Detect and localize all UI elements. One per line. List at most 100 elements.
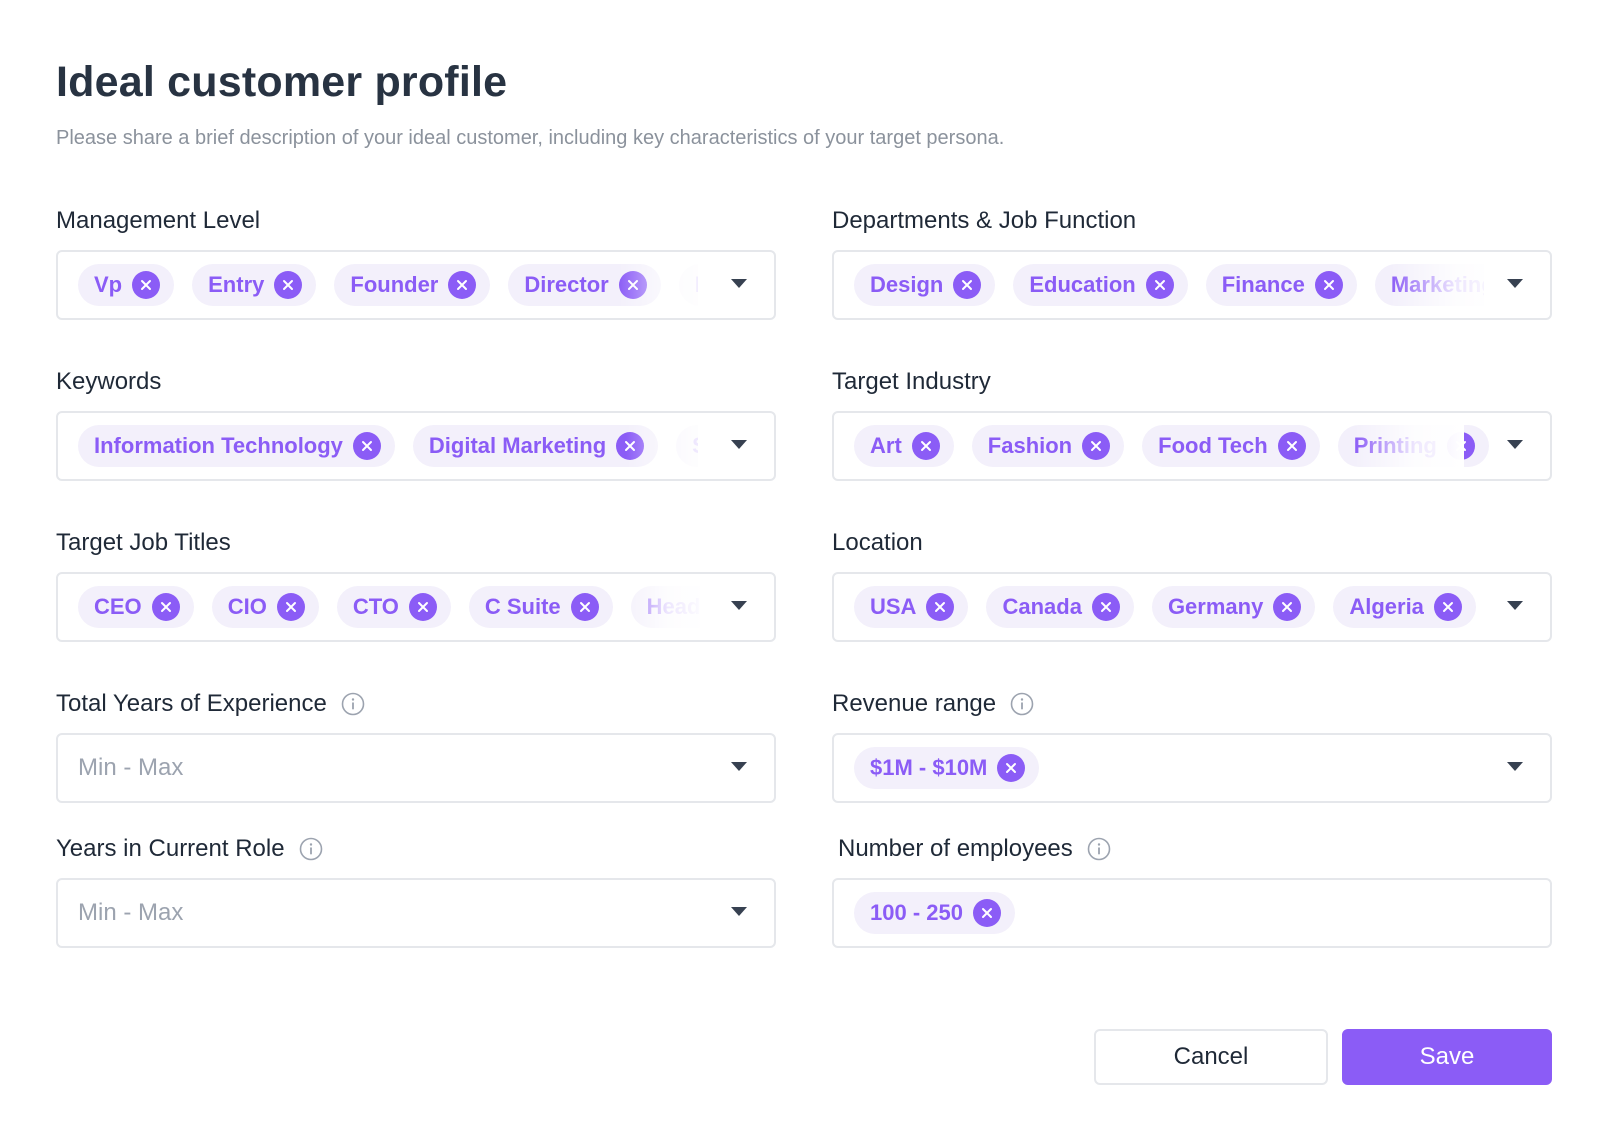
info-icon[interactable] [299,837,323,861]
departments-select[interactable]: Design Education Finance Marketing [832,250,1552,320]
chip-label: Information Technology [94,433,343,458]
keywords-select[interactable]: Information Technology Digital Marketing S… [56,411,776,481]
x-circle-icon[interactable] [448,271,477,299]
chip: Information Technology [78,425,395,467]
x-circle-icon[interactable] [997,754,1026,782]
chip-label: Algeria [1349,594,1424,619]
chip-label: Printing [1353,433,1437,458]
x-circle-icon[interactable] [1446,432,1475,460]
chip-label: Marketing [1390,272,1484,297]
chip: Head [630,586,700,628]
chip-label: USA [870,594,917,619]
chip-label: 100 - 250 [870,900,963,925]
years-current-role-select[interactable]: Min - Max [56,878,776,948]
chevron-down-icon[interactable] [730,761,748,773]
chip-label: Education [1029,272,1136,297]
target-job-titles-select[interactable]: CEO CIO CTO C Suite Head [56,572,776,642]
chip-list: 100 - 250 [854,880,1454,946]
number-of-employees-select[interactable]: 100 - 250 [832,878,1552,948]
chip-list: CEO CIO CTO C Suite Head [78,574,700,640]
chevron-down-icon[interactable] [1506,278,1524,290]
location-select[interactable]: USA Canada Germany Algeria [832,572,1552,642]
chevron-down-icon[interactable] [730,278,748,290]
page-subtitle: Please share a brief description of your… [56,127,1005,149]
chip: C Suite [468,586,613,628]
chevron-down-icon[interactable] [1506,761,1524,773]
field-label-text: Target Job Titles [56,529,231,556]
chip: USA [854,586,969,628]
chip-list: USA Canada Germany Algeria [854,574,1494,640]
x-circle-icon[interactable] [276,593,305,621]
departments-field: Departments & Job Function Design Educati… [832,206,1552,320]
x-circle-icon[interactable] [1433,593,1462,621]
field-label-text: Target Industry [832,368,991,395]
chevron-down-icon[interactable] [730,439,748,451]
x-circle-icon[interactable] [1091,593,1120,621]
x-circle-icon[interactable] [1082,432,1111,460]
x-circle-icon[interactable] [1277,432,1306,460]
x-circle-icon[interactable] [408,593,437,621]
chip: CIO [211,586,319,628]
x-circle-icon[interactable] [570,593,599,621]
chip-label: C Suite [484,594,561,619]
total-years-experience-label: Total Years of Experience [56,689,776,719]
years-current-role-label: Years in Current Role [56,834,776,864]
keywords-label: Keywords [56,367,776,397]
x-circle-icon[interactable] [132,271,161,299]
chip-label: SaaS [692,433,698,459]
x-circle-icon[interactable] [618,271,647,299]
info-icon[interactable] [341,692,365,716]
x-circle-icon[interactable] [1314,271,1343,299]
chip-label: Food Tech [1158,433,1268,458]
info-icon[interactable] [1010,692,1034,716]
chip: SaaS [676,425,698,467]
info-icon[interactable] [1087,837,1111,861]
x-circle-icon[interactable] [911,432,940,460]
chip-label: CEO [94,594,142,619]
chip-list: $1M - $10M [854,735,1454,801]
save-button[interactable]: Save [1342,1029,1552,1085]
chip-label: Founder [350,272,439,297]
chip-label: Art [870,433,902,458]
x-circle-icon[interactable] [953,271,982,299]
chip: Manager [678,264,698,306]
chip-label: Manager [695,272,698,298]
chevron-down-icon[interactable] [1506,600,1524,612]
x-circle-icon[interactable] [926,593,955,621]
x-circle-icon[interactable] [1273,593,1302,621]
chip-label: Canada [1002,594,1082,619]
total-years-experience-select[interactable]: Min - Max [56,733,776,803]
chip: Printing [1337,425,1489,467]
chip: CEO [78,586,194,628]
x-circle-icon[interactable] [1145,271,1174,299]
x-circle-icon[interactable] [616,432,645,460]
chip: Marketing [1374,264,1484,306]
target-industry-select[interactable]: Art Fashion Food Tech Printing [832,411,1552,481]
chip-label: Vp [94,272,123,297]
chip-label: Germany [1167,594,1264,619]
chip: Education [1013,264,1188,306]
field-label-text: Total Years of Experience [56,690,327,717]
keywords-field: Keywords Information Technology Digital M… [56,367,776,481]
target-job-titles-label: Target Job Titles [56,528,776,558]
chip: Fashion [971,425,1125,467]
number-of-employees-field: Number of employees 100 - 250 [832,834,1552,948]
field-label-text: Management Level [56,207,261,234]
chevron-down-icon[interactable] [730,600,748,612]
chevron-down-icon[interactable] [1506,439,1524,451]
x-circle-icon[interactable] [352,432,381,460]
field-label-text: Location [832,529,923,556]
management-level-select[interactable]: Vp Entry Founder Director Manager [56,250,776,320]
revenue-range-label: Revenue range [832,689,1552,719]
revenue-range-select[interactable]: $1M - $10M [832,733,1552,803]
x-circle-icon[interactable] [972,899,1001,927]
revenue-range-field: Revenue range $1M - $10M [832,689,1552,803]
chip: Algeria [1333,586,1476,628]
cancel-button[interactable]: Cancel [1094,1029,1328,1085]
chip-label: Finance [1221,272,1305,297]
chip-label: CTO [352,594,399,619]
chevron-down-icon[interactable] [730,906,748,918]
x-circle-icon[interactable] [151,593,180,621]
x-circle-icon[interactable] [274,271,303,299]
chip: Germany [1151,586,1316,628]
